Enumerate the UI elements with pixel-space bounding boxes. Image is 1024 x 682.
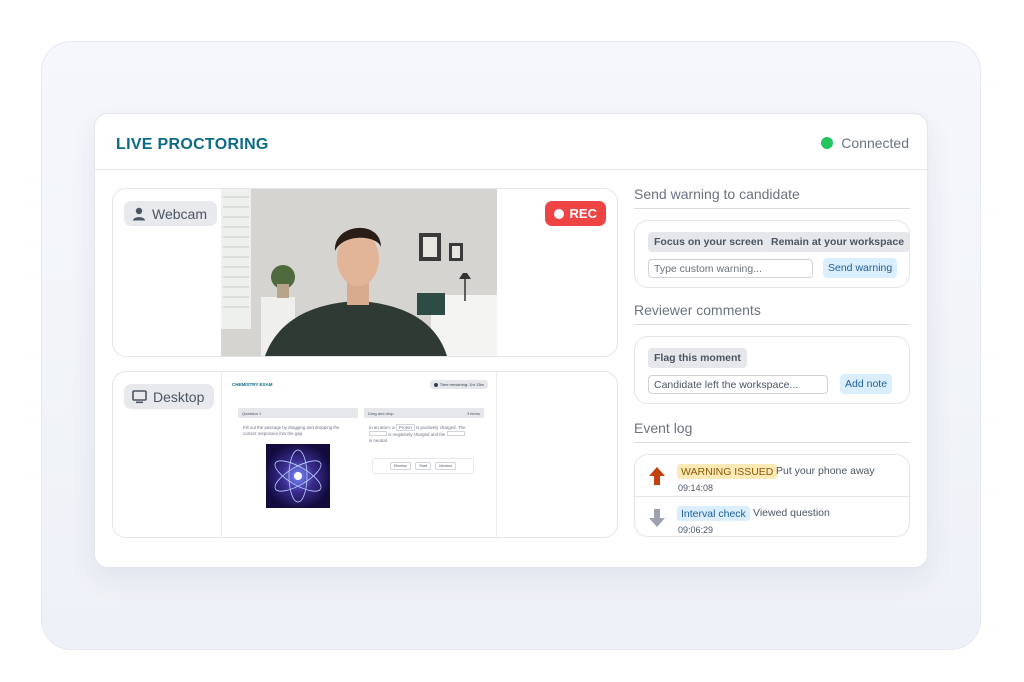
divider [634,208,910,209]
event-message: Viewed question [753,507,830,519]
webcam-label-text: Webcam [152,205,207,222]
preset-warning-workspace[interactable]: Remain at your workspace [765,232,911,252]
event-row: Interval check Viewed question 09:06:29 [635,497,909,537]
webcam-feed [221,189,497,356]
custom-warning-input[interactable]: Type custom warning... [648,259,813,278]
record-dot-icon [553,208,564,219]
time-remaining: Time remaining: 1hr 15m [429,380,488,389]
atom-icon [274,449,322,503]
monitor-icon [132,389,147,403]
flag-moment-button[interactable]: Flag this moment [648,348,747,368]
connection-status: Connected [821,135,909,151]
event-badge: WARNING ISSUED [677,464,778,479]
event-log-title: Event log [634,420,693,436]
divider [634,442,910,443]
add-note-button[interactable]: Add note [840,374,893,394]
status-dot-icon [821,137,834,149]
desktop-feed: CHEMISTRY EXAM Time remaining: 1hr 15m Q… [221,372,497,537]
page-title: LIVE PROCTORING [116,136,269,153]
comments-box: Flag this moment Candidate left the work… [634,336,910,404]
preset-warning-focus[interactable]: Focus on your screen [648,232,770,252]
recording-badge: REC [544,201,606,226]
question-header: Question 1 [238,408,358,418]
desktop-label-text: Desktop [153,388,205,405]
option-chip[interactable]: Shell [415,462,432,470]
option-chip[interactable]: Neutron [435,462,456,470]
question-text: Fill out the passage by dragging and dro… [243,425,340,436]
question-column: Question 1 Fill out the passage by dragg… [238,408,358,528]
event-log-box: WARNING ISSUED Put your phone away 09:14… [634,454,910,537]
desktop-label: Desktop [124,384,215,409]
card-header: LIVE PROCTORING Connected [95,114,927,170]
webcam-scene [221,189,497,356]
option-chips: Electron Shell Neutron [372,458,474,474]
warning-box: Focus on your screen Remain at your work… [634,220,911,288]
event-badge: Interval check [677,506,750,521]
divider [634,324,910,325]
arrow-down-icon [649,509,665,527]
clock-icon [433,382,438,387]
atom-image [266,444,330,508]
passage-text: In an atom, a Proton is positively charg… [369,424,466,443]
warning-section-title: Send warning to candidate [634,186,800,202]
arrow-up-icon [649,467,665,485]
event-row: WARNING ISSUED Put your phone away 09:14… [635,455,909,497]
option-chip[interactable]: Electron [390,462,412,470]
drag-drop-column: Drag and drop 3 items In an atom, a Proto… [364,408,484,528]
webcam-panel: Webcam REC [112,188,618,357]
event-message: Put your phone away [776,465,875,477]
send-warning-button[interactable]: Send warning [823,258,898,278]
webcam-label: Webcam [124,201,217,226]
event-time: 09:06:29 [678,525,714,535]
drag-drop-header: Drag and drop 3 items [364,408,484,418]
comment-input[interactable]: Candidate left the workspace... [648,375,828,394]
rec-label: REC [569,206,597,221]
connection-status-text: Connected [841,135,909,151]
event-time: 09:14:08 [678,483,714,493]
exam-title: CHEMISTRY EXAM [232,382,273,387]
desktop-panel: CHEMISTRY EXAM Time remaining: 1hr 15m Q… [112,371,618,538]
user-icon [133,207,145,220]
comments-section-title: Reviewer comments [634,302,761,318]
